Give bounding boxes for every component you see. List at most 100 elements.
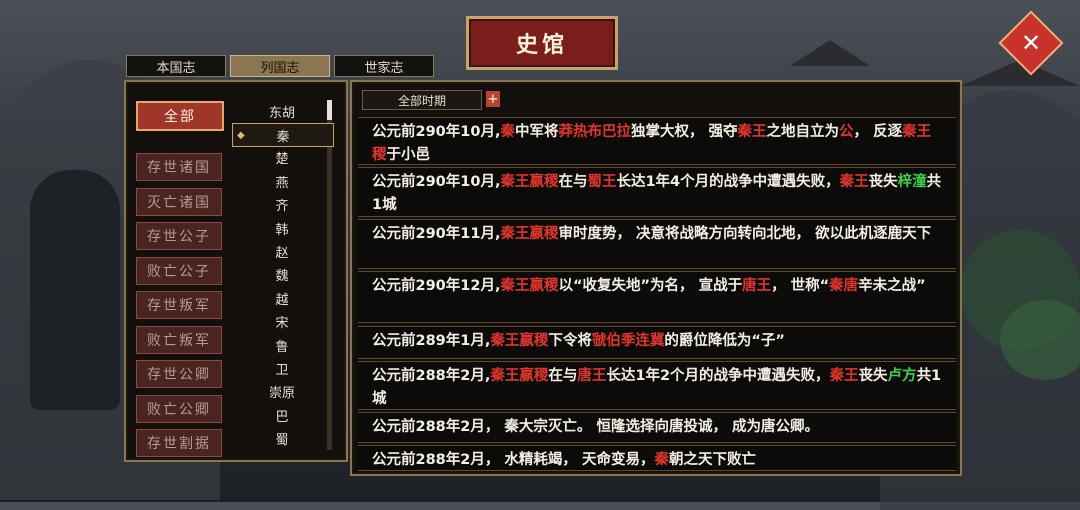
event-entry: 公元前290年11月,秦王嬴稷审时度势， 决意将战略方向转向北地， 欲以此机逐鹿… (358, 219, 956, 269)
event-text: 公元前288年2月， 水精耗竭， 天命变易， (372, 452, 655, 468)
silhouette-figure (30, 170, 120, 410)
country-item[interactable]: 楚 (232, 147, 332, 169)
event-text: 中军将 (514, 124, 559, 140)
country-label: 楚 (275, 152, 289, 168)
event-text: 的爵位降低为“子” (664, 333, 785, 349)
event-text: 公元前290年12月, (372, 278, 501, 294)
event-text: 公元前290年10月, (372, 124, 501, 140)
country-label: 卫 (275, 362, 289, 378)
country-item[interactable]: ◆ 秦 (232, 123, 334, 148)
country-item[interactable]: 卫 (232, 357, 332, 379)
category-button[interactable]: 败亡公子 (136, 256, 222, 285)
event-entry: 公元前288年2月,秦王嬴稷在与唐王长达1年2个月的战争中遭遇失败，秦王丧失卢方… (358, 361, 956, 410)
country-label: 魏 (275, 269, 289, 285)
country-item[interactable]: 赵 (232, 240, 332, 262)
event-name-highlight: 秦王 (829, 368, 859, 384)
event-name-highlight: 唐王 (577, 368, 607, 384)
event-text: 公元前290年11月, (372, 226, 501, 242)
event-name-highlight: 秦王嬴稷 (500, 174, 559, 190)
country-item[interactable]: 魏 (232, 264, 332, 286)
event-entry: 公元前290年10月,秦中军将莽热布巴拉独掌大权， 强夺秦王之地自立为公， 反逐… (358, 117, 956, 165)
category-button[interactable]: 败亡叛军 (136, 325, 222, 354)
country-item[interactable]: 宋 (232, 311, 332, 333)
event-text: 以“收复失地”为名， 宣战于 (558, 278, 743, 294)
category-button[interactable]: 灭亡诸国 (136, 187, 222, 216)
event-name-highlight: 秦唐 (829, 278, 859, 294)
country-item[interactable]: 韩 (232, 217, 332, 239)
event-name-highlight: 公 (839, 124, 854, 140)
event-name-highlight: 秦王 (839, 174, 869, 190)
event-entry: 公元前288年2月， 秦大宗灭亡。 恒隆选择向唐投诚， 成为唐公卿。 (358, 412, 956, 443)
event-entry: 公元前289年1月,秦王嬴稷下令将虢伯季连冀的爵位降低为“子” (358, 326, 956, 359)
tab-3[interactable]: 世家志 (334, 55, 434, 77)
country-label: 东胡 (268, 105, 295, 121)
event-text: 长达1年2个月的战争中遭遇失败， (606, 368, 830, 384)
event-name-highlight: 唐王 (742, 278, 772, 294)
event-entry: 公元前288年2月， 水精耗竭， 天命变易，秦朝之天下败亡 (358, 445, 956, 471)
event-text: 在与 (548, 368, 578, 384)
event-name-highlight: 蜀王 (587, 174, 617, 190)
event-text: ， 反逐 (853, 124, 903, 140)
event-text: 公元前290年10月, (372, 174, 501, 190)
event-text: 公元前288年2月, (372, 368, 491, 384)
country-item[interactable]: 鲁 (232, 334, 332, 356)
country-item[interactable]: 东胡 (232, 100, 332, 122)
country-item[interactable]: 崇原 (232, 381, 332, 403)
event-name-highlight: 莽热布巴拉 (558, 124, 631, 140)
tab-1[interactable]: 本国志 (126, 55, 226, 77)
category-button[interactable]: 败亡公卿 (136, 394, 222, 423)
event-name-highlight: 秦王嬴稷 (500, 278, 559, 294)
close-x-icon: ✕ (1020, 28, 1042, 57)
category-button[interactable]: 存世诸国 (136, 153, 222, 181)
event-name-highlight: 秦王嬴稷 (490, 368, 549, 384)
country-label: 崇原 (268, 386, 295, 402)
category-button[interactable]: 存世公卿 (136, 360, 222, 388)
event-name-highlight: 秦王嬴稷 (500, 226, 559, 242)
period-filter[interactable]: 全部时期 (362, 90, 482, 110)
country-label: 巴 (275, 409, 289, 425)
category-button[interactable]: 全部 (136, 101, 224, 131)
event-text: 在与 (558, 174, 588, 190)
event-name-highlight: 秦 (500, 124, 515, 140)
country-label: 齐 (275, 199, 289, 215)
tab-2[interactable]: 列国志 (230, 55, 330, 77)
event-entry: 公元前290年10月,秦王嬴稷在与蜀王长达1年4个月的战争中遭遇失败，秦王丧失梓… (358, 167, 956, 217)
category-button[interactable]: 存世公子 (136, 222, 222, 250)
category-button[interactable]: 存世叛军 (136, 291, 222, 319)
event-text: 朝之天下败亡 (668, 452, 756, 468)
event-text: 公元前288年2月， 秦大宗灭亡。 恒隆选择向唐投诚， 成为唐公卿。 (372, 419, 819, 435)
event-text: 审时度势， 决意将战略方向转向北地， 欲以此机逐鹿天下 (558, 226, 932, 242)
event-text: ， 世称“ (771, 278, 830, 294)
country-item[interactable]: 蜀 (232, 428, 332, 450)
country-item[interactable]: 越 (232, 287, 332, 309)
filter-add-button[interactable]: + (486, 91, 500, 107)
category-button[interactable]: 存世割据 (136, 429, 222, 457)
event-text: 公元前289年1月, (372, 333, 491, 349)
country-item[interactable]: 齐 (232, 194, 332, 216)
event-text: 丧失 (868, 174, 898, 190)
page-title: 史馆 (466, 16, 618, 70)
country-item[interactable]: 巴 (232, 404, 332, 426)
selected-diamond-icon: ◆ (237, 129, 245, 141)
country-label: 秦 (276, 129, 290, 145)
event-name-highlight: 秦 (654, 452, 669, 468)
country-label: 宋 (275, 316, 289, 332)
event-text: 辛未之战” (858, 278, 926, 294)
country-label: 燕 (275, 175, 289, 191)
event-text: 下令将 (548, 333, 592, 349)
event-text: 长达1年4个月的战争中遭遇失败， (616, 174, 840, 190)
event-text: 于小邑 (386, 147, 431, 163)
event-name-highlight: 虢伯季连冀 (591, 333, 665, 349)
event-entry: 公元前290年12月,秦王嬴稷以“收复失地”为名， 宣战于唐王， 世称“秦唐辛未… (358, 271, 956, 323)
country-label: 鲁 (275, 339, 289, 355)
event-place-highlight: 梓潼 (897, 174, 927, 190)
event-text: 之地自立为 (766, 124, 840, 140)
event-name-highlight: 秦王 (737, 124, 767, 140)
country-item[interactable]: 燕 (232, 170, 332, 192)
event-place-highlight: 卢方 (887, 368, 917, 384)
event-text: 独掌大权， 强夺 (630, 124, 738, 140)
country-label: 越 (275, 292, 289, 308)
country-label: 蜀 (275, 433, 289, 449)
event-name-highlight: 秦王嬴稷 (490, 333, 549, 349)
country-label: 韩 (275, 222, 289, 238)
